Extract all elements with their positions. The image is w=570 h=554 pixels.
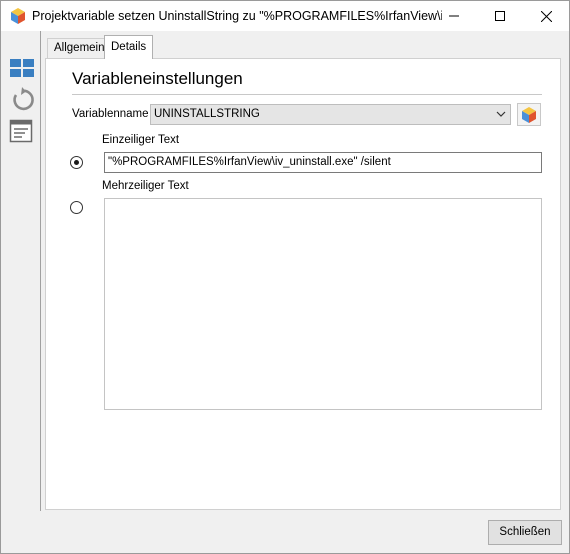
close-button[interactable]: Schließen: [488, 520, 562, 545]
side-toolbar: [1, 31, 41, 511]
refresh-icon: [13, 87, 34, 111]
variable-picker-button[interactable]: [517, 103, 541, 126]
multi-line-input[interactable]: [104, 198, 542, 410]
maximize-button[interactable]: [477, 1, 523, 31]
chevron-down-icon: [496, 111, 506, 117]
layout-button[interactable]: [9, 57, 35, 83]
tab-details[interactable]: Details: [104, 35, 154, 59]
close-icon: [540, 10, 552, 22]
single-line-input[interactable]: "%PROGRAMFILES%IrfanView\iv_uninstall.ex…: [104, 152, 542, 173]
minimize-button[interactable]: [431, 1, 477, 31]
maximize-icon: [495, 11, 505, 21]
multi-line-label: Mehrzeiliger Text: [102, 180, 189, 192]
properties-button[interactable]: [9, 119, 35, 145]
multi-line-radio[interactable]: [70, 201, 83, 214]
minimize-icon: [449, 15, 459, 17]
variable-name-label: Variablenname: [72, 108, 149, 120]
layout-grid-icon: [10, 59, 34, 77]
refresh-button[interactable]: [9, 87, 35, 113]
single-line-label: Einzeiliger Text: [102, 134, 180, 146]
close-window-button[interactable]: [523, 1, 569, 31]
section-divider: [72, 94, 542, 95]
title-bar[interactable]: Projektvariable setzen UninstallString z…: [1, 1, 569, 31]
variable-picker-icon: [522, 106, 536, 123]
dialog-window: Projektvariable setzen UninstallString z…: [0, 0, 570, 554]
tab-allgemein[interactable]: Allgemein: [47, 38, 112, 58]
window-title: Projektvariable setzen UninstallString z…: [32, 9, 442, 23]
properties-list-icon: [9, 119, 33, 143]
app-icon: [9, 7, 27, 25]
variable-name-select[interactable]: UNINSTALLSTRING: [150, 104, 511, 125]
single-line-radio[interactable]: [70, 156, 83, 169]
section-title: Variableneinstellungen: [72, 69, 243, 88]
radio-selected-dot: [74, 160, 79, 165]
variable-name-value: UNINSTALLSTRING: [154, 108, 260, 120]
